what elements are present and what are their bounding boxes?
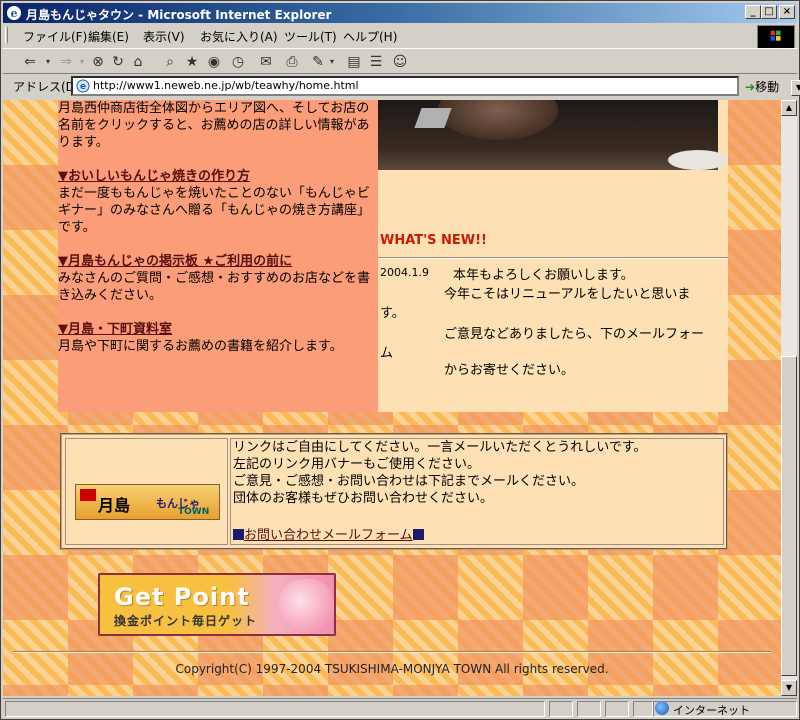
minimize-button[interactable]: _	[745, 5, 761, 19]
scroll-thumb[interactable]	[781, 356, 797, 676]
link-line-3: ご意見・ご感想・お問い合わせは下記までメールください。	[233, 474, 585, 489]
monjya-photo	[378, 100, 728, 170]
status-seg-3	[605, 701, 629, 717]
news-line-2b: す。	[380, 306, 405, 321]
close-button[interactable]: ×	[779, 5, 795, 19]
forward-dropdown-icon[interactable]: ▾	[77, 53, 87, 71]
status-main	[5, 701, 545, 717]
section-body-bbs: みなさんのご質問・ご感想・おすすめのお店などを書き込みください。	[58, 271, 371, 303]
forward-icon[interactable]: ⇒	[55, 53, 77, 71]
research-icon[interactable]: ☰	[367, 53, 385, 71]
menu-tools[interactable]: ツール(T)	[284, 28, 337, 45]
link-line-4: 団体のお客様もぜひお問い合わせください。	[233, 491, 494, 506]
banner-flag-icon	[80, 489, 96, 501]
section-body-howto: まだ一度ももんじゃを焼いたことのない「もんじゃビギナー」のみなさんへ贈る「もんじ…	[58, 186, 371, 235]
square-bullet-icon	[233, 529, 244, 540]
status-seg-2	[577, 701, 601, 717]
svg-text:e: e	[80, 82, 86, 92]
guide-panel: 月島西仲商店街全体図からエリア図へ、そしてお店の名前をクリックすると、お薦めの店…	[58, 100, 378, 412]
peach-icon	[278, 579, 334, 633]
status-seg-4	[633, 701, 653, 717]
link-text-cell: リンクはご自由にしてください。一言メールいただくとうれしいです。 左記のリンク用…	[230, 438, 724, 545]
page-icon: e	[76, 79, 90, 93]
section-link-library[interactable]: ▼月島・下町資料室	[58, 321, 378, 338]
intro-text: 月島西仲商店街全体図からエリア図へ、そしてお店の名前をクリックすると、お薦めの店…	[58, 101, 370, 150]
back-dropdown-icon[interactable]: ▾	[43, 53, 53, 71]
whats-new-heading: WHAT'S NEW!!	[380, 233, 487, 248]
go-arrow-icon: ➔	[745, 80, 756, 94]
vertical-scrollbar[interactable]: ▲ ▼	[781, 100, 797, 696]
browser-window: e 月島もんじゃタウン - Microsoft Internet Explore…	[0, 0, 800, 720]
scroll-up-icon[interactable]: ▲	[781, 100, 797, 116]
svg-text:e: e	[11, 7, 18, 20]
mail-row: お問い合わせメールフォーム	[233, 524, 723, 543]
address-url: http://www1.neweb.ne.jp/wb/teawhy/home.h…	[93, 79, 359, 92]
mail-icon[interactable]: ✉	[257, 53, 275, 71]
print-icon[interactable]: ⎙	[283, 53, 301, 71]
stop-icon[interactable]: ⊗	[89, 53, 107, 71]
go-button[interactable]: ➔移動	[745, 78, 779, 95]
window-title: 月島もんじゃタウン - Microsoft Internet Explorer	[26, 8, 332, 22]
menu-view[interactable]: 表示(V)	[143, 28, 185, 45]
section-link-bbs[interactable]: ▼月島もんじゃの掲示板 ★ご利用の前に	[58, 253, 378, 270]
link-banner[interactable]: 月島 もんじゃ TOWN	[75, 484, 220, 520]
title-bar: e 月島もんじゃタウン - Microsoft Internet Explore…	[3, 3, 797, 23]
copyright-text: Copyright(C) 1997-2004 TSUKISHIMA-MONJYA…	[175, 662, 609, 676]
globe-icon	[655, 701, 669, 715]
address-label: アドレス(D)	[13, 80, 80, 94]
section-body-library: 月島や下町に関するお薦めの書籍を紹介します。	[58, 339, 343, 354]
discuss-icon[interactable]: ▤	[345, 53, 363, 71]
standard-toolbar: ⇐ ▾ ⇒ ▾ ⊗ ↻ ⌂ ⌕ ★ ◉ ◷ ✉ ⎙ ✎ ▾ ▤ ☰ ☺	[3, 48, 797, 74]
address-dropdown-icon[interactable]: ▼	[791, 80, 800, 96]
address-input[interactable]: e http://www1.neweb.ne.jp/wb/teawhy/home…	[71, 76, 800, 96]
media-icon[interactable]: ◉	[205, 53, 223, 71]
contact-form-link[interactable]: お問い合わせメールフォーム	[244, 528, 413, 543]
get-point-banner[interactable]: Get Point 換金ポイント毎日ゲット	[98, 573, 336, 636]
home-icon[interactable]: ⌂	[129, 53, 147, 71]
history-icon[interactable]: ◷	[229, 53, 247, 71]
favorites-icon[interactable]: ★	[183, 53, 201, 71]
messenger-icon[interactable]: ☺	[391, 53, 409, 71]
link-info-box: 月島 もんじゃ TOWN リンクはご自由にしてください。一言メールいただくとうれ…	[60, 433, 728, 550]
edit-icon[interactable]: ✎	[309, 53, 327, 71]
menu-file[interactable]: ファイル(F)	[23, 28, 87, 45]
search-icon[interactable]: ⌕	[161, 53, 179, 71]
news-line-3: ご意見などありましたら、下のメールフォー	[444, 327, 705, 342]
news-body: 本年もよろしくお願いします。 今年こそはリニューアルをしたいと思いま す。 ご意…	[378, 266, 728, 380]
status-seg-1	[549, 701, 573, 717]
maximize-button[interactable]: □	[761, 5, 777, 19]
edit-dropdown-icon[interactable]: ▾	[327, 53, 337, 71]
news-line-2: 今年こそはリニューアルをしたいと思いま	[444, 287, 691, 302]
status-zone: インターネット	[673, 704, 750, 717]
link-line-1: リンクはご自由にしてください。一言メールいただくとうれしいです。	[233, 440, 647, 455]
banner-title: 月島	[98, 496, 131, 515]
menu-grip	[5, 27, 8, 43]
photo-plate	[668, 150, 728, 170]
section-link-howto[interactable]: ▼おいしいもんじゃ焼きの作り方	[58, 168, 378, 185]
get-point-title: Get Point	[114, 583, 250, 611]
square-bullet-icon	[412, 529, 424, 540]
menu-favorites[interactable]: お気に入り(A)	[200, 28, 278, 45]
address-bar: アドレス(D) e http://www1.neweb.ne.jp/wb/tea…	[3, 74, 800, 98]
refresh-icon[interactable]: ↻	[109, 53, 127, 71]
photo-pan	[438, 100, 558, 140]
status-bar: インターネット	[3, 698, 797, 718]
page-viewport: 月島西仲商店街全体図からエリア図へ、そしてお店の名前をクリックすると、お薦めの店…	[3, 100, 781, 696]
news-line-1: 本年もよろしくお願いします。	[453, 268, 634, 283]
back-icon[interactable]: ⇐	[19, 53, 41, 71]
scroll-down-icon[interactable]: ▼	[781, 680, 797, 696]
menu-edit[interactable]: 編集(E)	[88, 28, 129, 45]
link-line-2: 左記のリンク用バナーもご使用ください。	[233, 457, 481, 472]
news-divider	[378, 257, 728, 259]
get-point-subtitle: 換金ポイント毎日ゲット	[114, 614, 258, 628]
footer-divider	[13, 651, 771, 653]
windows-logo-icon	[757, 25, 795, 49]
banner-town: TOWN	[178, 507, 210, 517]
news-line-4: からお寄せください。	[444, 363, 575, 378]
menu-help[interactable]: ヘルプ(H)	[343, 28, 397, 45]
banner-cell: 月島 もんじゃ TOWN	[65, 438, 228, 545]
menu-bar: ファイル(F) 編集(E) 表示(V) お気に入り(A) ツール(T) ヘルプ(…	[3, 25, 755, 45]
ie-icon: e	[7, 6, 21, 20]
news-panel: WHAT'S NEW!! 2004.1.9 本年もよろしくお願いします。 今年こ…	[378, 100, 728, 412]
